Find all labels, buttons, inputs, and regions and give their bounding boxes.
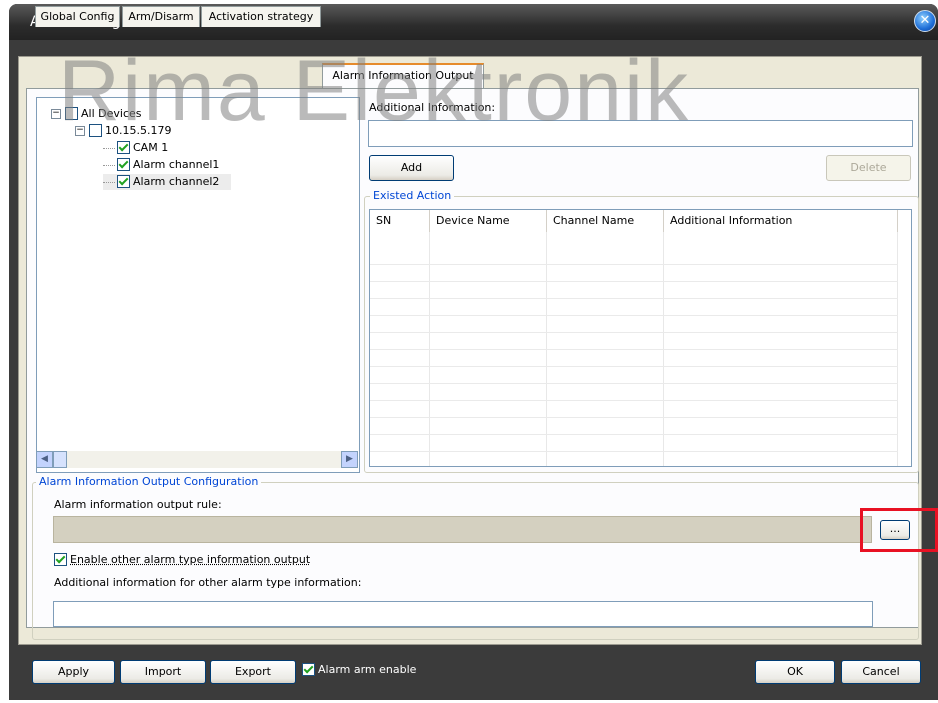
tab-global-config[interactable]: Global Config [35, 6, 120, 27]
cancel-button[interactable]: Cancel [841, 660, 921, 684]
import-button[interactable]: Import [120, 660, 206, 684]
checkbox-alarm-channel2[interactable] [117, 174, 130, 188]
tree-item-alarm-channel2[interactable]: Alarm channel2 [103, 174, 232, 190]
tree-connector [103, 181, 115, 183]
enable-other-row[interactable]: Enable other alarm type information outp… [54, 552, 311, 567]
existed-action-title: Existed Action [370, 189, 455, 202]
highlight-annotation [860, 508, 938, 552]
tree-connector [103, 164, 115, 166]
table-row [370, 384, 898, 401]
table-row [370, 265, 898, 282]
other-info-input[interactable] [53, 601, 873, 627]
add-button[interactable]: Add [369, 155, 454, 181]
enable-other-checkbox[interactable] [54, 552, 67, 566]
delete-button[interactable]: Delete [826, 155, 911, 181]
tab-activation-strategy[interactable]: Activation strategy [201, 6, 321, 27]
tree-horizontal-scrollbar[interactable]: ◀ ▶ [36, 451, 358, 468]
tree-label: Alarm channel1 [133, 158, 220, 171]
tree-item-alarm-channel1[interactable]: Alarm channel1 [103, 157, 219, 173]
tree-connector [103, 147, 115, 149]
tree-label: CAM 1 [133, 141, 169, 154]
output-config-title: Alarm Information Output Configuration [36, 475, 262, 488]
scroll-thumb[interactable] [53, 451, 67, 468]
table-row [370, 350, 898, 367]
table-row [370, 435, 898, 452]
table-row [370, 367, 898, 384]
close-icon[interactable]: ✕ [914, 10, 936, 32]
column-header-device-name[interactable]: Device Name [430, 210, 547, 232]
watermark-text: Rima Elektronik [58, 43, 691, 139]
ok-button[interactable]: OK [755, 660, 835, 684]
column-header-sn[interactable]: SN [370, 210, 430, 232]
table-row [370, 299, 898, 316]
table-row [370, 401, 898, 418]
output-rule-label: Alarm information output rule: [54, 498, 222, 511]
table-row [370, 248, 898, 265]
existed-action-table[interactable]: SN Device Name Channel Name Additional I… [369, 209, 912, 467]
scroll-right-icon[interactable]: ▶ [341, 451, 358, 468]
alarm-arm-enable-label: Alarm arm enable [318, 663, 417, 676]
tree-item-cam1[interactable]: CAM 1 [103, 140, 168, 156]
table-row [370, 282, 898, 299]
apply-button[interactable]: Apply [32, 660, 115, 684]
table-row [370, 418, 898, 435]
device-tree[interactable]: − All Devices −10.15.5.179 CAM 1 Alarm ch… [36, 97, 360, 473]
checkbox-alarm-channel1[interactable] [117, 157, 130, 171]
column-header-channel-name[interactable]: Channel Name [547, 210, 664, 232]
enable-other-label: Enable other alarm type information outp… [70, 553, 311, 566]
table-row [370, 333, 898, 350]
column-header-additional-information[interactable]: Additional Information [664, 210, 898, 232]
table-row [370, 316, 898, 333]
tree-label: Alarm channel2 [133, 175, 220, 188]
alarm-arm-enable-row[interactable]: Alarm arm enable [302, 662, 417, 677]
output-rule-input[interactable] [53, 516, 872, 543]
other-info-label: Additional information for other alarm t… [54, 576, 362, 589]
tab-arm-disarm[interactable]: Arm/Disarm [122, 6, 200, 27]
scroll-left-icon[interactable]: ◀ [36, 451, 53, 468]
alarm-arm-enable-checkbox[interactable] [302, 662, 315, 676]
export-button[interactable]: Export [210, 660, 296, 684]
checkbox-cam1[interactable] [117, 140, 130, 154]
